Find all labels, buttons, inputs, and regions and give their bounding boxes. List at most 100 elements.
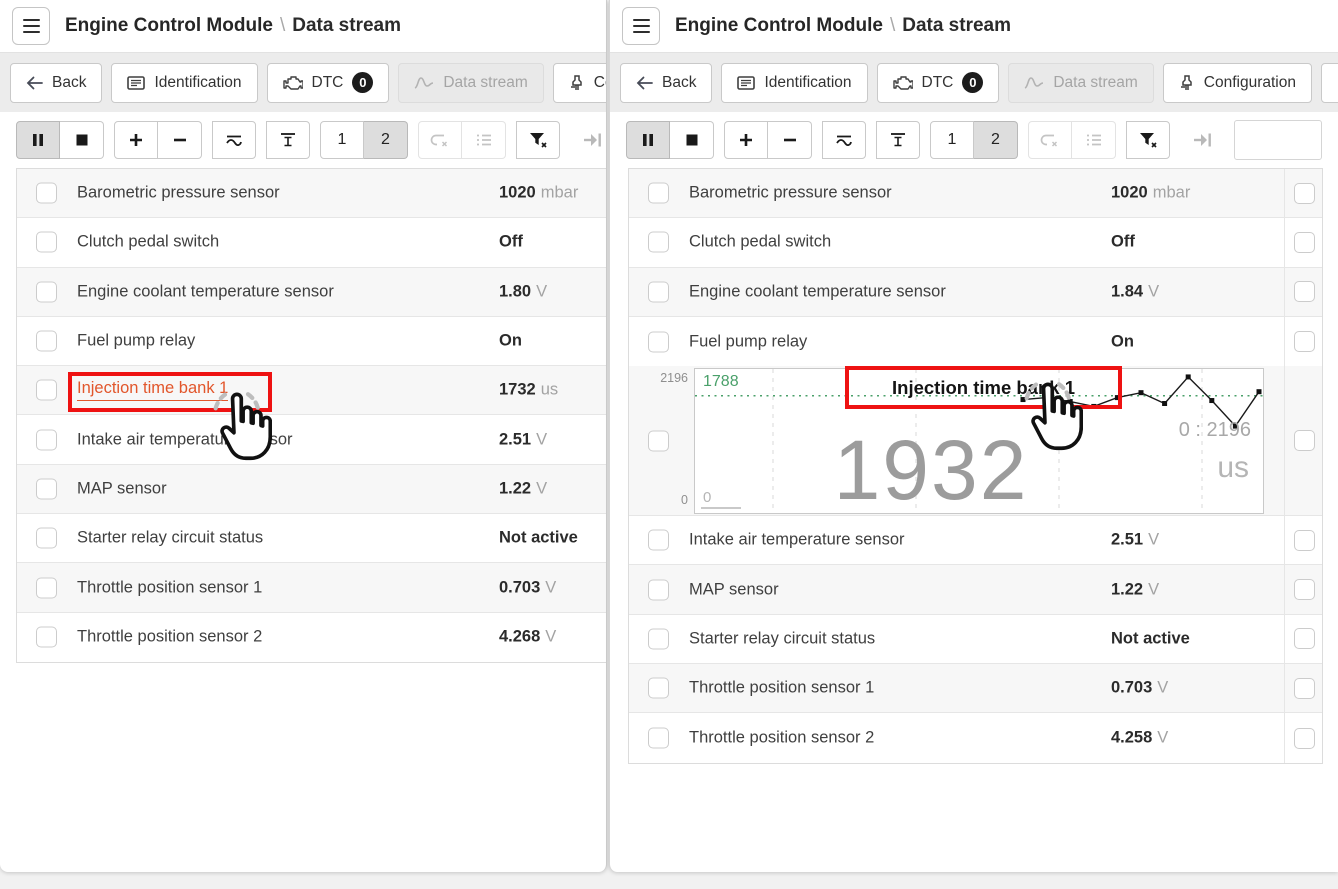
data-stream-label: Data stream xyxy=(1053,74,1137,92)
row-checkbox[interactable] xyxy=(36,281,57,302)
configuration-label: Configuration xyxy=(594,74,607,92)
row-secondary-checkbox[interactable] xyxy=(1294,678,1315,699)
dtc-count-badge: 0 xyxy=(962,72,983,93)
zoom-in-button[interactable] xyxy=(724,121,768,159)
next-button-partial[interactable] xyxy=(1321,63,1338,103)
row-checkbox[interactable] xyxy=(648,281,669,302)
fit-vertical-button[interactable] xyxy=(876,121,920,159)
back-button[interactable]: Back xyxy=(620,63,712,103)
breadcrumb-title: Engine Control Module xyxy=(675,15,883,36)
row-checkbox[interactable] xyxy=(648,628,669,649)
row-secondary-checkbox[interactable] xyxy=(1294,183,1315,204)
pause-button[interactable] xyxy=(16,121,60,159)
scale-1-button[interactable]: 1 xyxy=(320,121,364,159)
row-label[interactable]: Barometric pressure sensor xyxy=(77,184,280,203)
row-secondary-checkbox[interactable] xyxy=(1294,232,1315,253)
engine-icon xyxy=(893,75,913,90)
row-secondary-checkbox[interactable] xyxy=(1294,579,1315,600)
row-label[interactable]: Fuel pump relay xyxy=(77,332,195,351)
row-unit: V xyxy=(545,578,556,596)
row-label[interactable]: Intake air temperature sensor xyxy=(689,531,905,550)
row-checkbox[interactable] xyxy=(36,232,57,253)
row-secondary-checkbox[interactable] xyxy=(1294,331,1315,352)
row-label[interactable]: Engine coolant temperature sensor xyxy=(77,282,334,301)
row-checkbox[interactable] xyxy=(648,331,669,352)
engine-icon xyxy=(283,75,303,90)
row-secondary-checkbox[interactable] xyxy=(1294,430,1315,451)
row-checkbox[interactable] xyxy=(36,429,57,450)
pause-icon xyxy=(642,133,654,147)
filter-remove-button[interactable] xyxy=(1126,121,1170,159)
row-secondary-checkbox[interactable] xyxy=(1294,628,1315,649)
row-checkbox[interactable] xyxy=(648,183,669,204)
identification-button[interactable]: Identification xyxy=(721,63,867,103)
row-checkbox[interactable] xyxy=(648,678,669,699)
back-button[interactable]: Back xyxy=(10,63,102,103)
identification-label: Identification xyxy=(764,74,851,92)
zoom-in-button[interactable] xyxy=(114,121,158,159)
scale-2-button[interactable]: 2 xyxy=(364,121,408,159)
row-secondary-checkbox[interactable] xyxy=(1294,728,1315,749)
row-checkbox[interactable] xyxy=(36,577,57,598)
table-row: Throttle position sensor 10.703V xyxy=(629,664,1322,713)
filter-remove-button[interactable] xyxy=(516,121,560,159)
left-window: Engine Control Module\Data stream Back I… xyxy=(0,0,607,872)
row-label[interactable]: Clutch pedal switch xyxy=(689,233,831,252)
row-label[interactable]: Throttle position sensor 1 xyxy=(689,679,874,698)
chart-row: 2196 0 1788 0 1932 0 : 2196 us Injection… xyxy=(629,366,1322,516)
row-checkbox[interactable] xyxy=(648,579,669,600)
row-unit: V xyxy=(1157,679,1168,697)
row-label[interactable]: MAP sensor xyxy=(77,479,167,498)
row-checkbox[interactable] xyxy=(36,528,57,549)
configuration-button[interactable]: Configuration xyxy=(1163,63,1312,103)
breadcrumb-section: Data stream xyxy=(902,15,1011,36)
smooth-curve-button[interactable] xyxy=(822,121,866,159)
smooth-curve-button[interactable] xyxy=(212,121,256,159)
breadcrumb-title: Engine Control Module xyxy=(65,15,273,36)
zoom-out-button[interactable] xyxy=(158,121,202,159)
row-checkbox[interactable] xyxy=(36,627,57,648)
row-checkbox[interactable] xyxy=(648,430,669,451)
pause-button[interactable] xyxy=(626,121,670,159)
row-checkbox[interactable] xyxy=(36,478,57,499)
scale-1-button[interactable]: 1 xyxy=(930,121,974,159)
dtc-button[interactable]: DTC 0 xyxy=(877,63,1000,103)
row-label[interactable]: Clutch pedal switch xyxy=(77,233,219,252)
row-label[interactable]: Fuel pump relay xyxy=(689,332,807,351)
scale-2-button[interactable]: 2 xyxy=(974,121,1018,159)
back-label: Back xyxy=(52,74,86,92)
row-label[interactable]: Throttle position sensor 2 xyxy=(77,628,262,647)
row-checkbox[interactable] xyxy=(648,728,669,749)
row-label[interactable]: Starter relay circuit status xyxy=(77,529,263,548)
row-unit: V xyxy=(536,430,547,448)
zoom-out-button[interactable] xyxy=(768,121,812,159)
row-checkbox[interactable] xyxy=(648,530,669,551)
row-label[interactable]: Engine coolant temperature sensor xyxy=(689,282,946,301)
row-label[interactable]: Barometric pressure sensor xyxy=(689,184,892,203)
row-secondary-checkbox-cell xyxy=(1284,664,1323,712)
stop-button[interactable] xyxy=(60,121,104,159)
fit-vertical-button[interactable] xyxy=(266,121,310,159)
row-label[interactable]: Throttle position sensor 1 xyxy=(77,578,262,597)
identification-button[interactable]: Identification xyxy=(111,63,257,103)
row-checkbox[interactable] xyxy=(36,380,57,401)
row-secondary-checkbox[interactable] xyxy=(1294,281,1315,302)
row-checkbox[interactable] xyxy=(36,331,57,352)
minus-icon xyxy=(173,137,187,143)
row-checkbox[interactable] xyxy=(36,183,57,204)
row-checkbox[interactable] xyxy=(648,232,669,253)
menu-button[interactable] xyxy=(12,7,50,45)
search-input[interactable] xyxy=(1234,120,1322,160)
hand-cursor xyxy=(1021,380,1083,456)
row-secondary-checkbox[interactable] xyxy=(1294,530,1315,551)
dtc-count-badge: 0 xyxy=(352,72,373,93)
stop-button[interactable] xyxy=(670,121,714,159)
row-label[interactable]: Starter relay circuit status xyxy=(689,629,875,648)
row-label[interactable]: Throttle position sensor 2 xyxy=(689,729,874,748)
configuration-button[interactable]: Configuration xyxy=(553,63,607,103)
menu-button[interactable] xyxy=(622,7,660,45)
dtc-button[interactable]: DTC 0 xyxy=(267,63,390,103)
row-label[interactable]: MAP sensor xyxy=(689,580,779,599)
row-unit: V xyxy=(536,479,547,497)
window-header: Engine Control Module\Data stream xyxy=(610,0,1338,52)
